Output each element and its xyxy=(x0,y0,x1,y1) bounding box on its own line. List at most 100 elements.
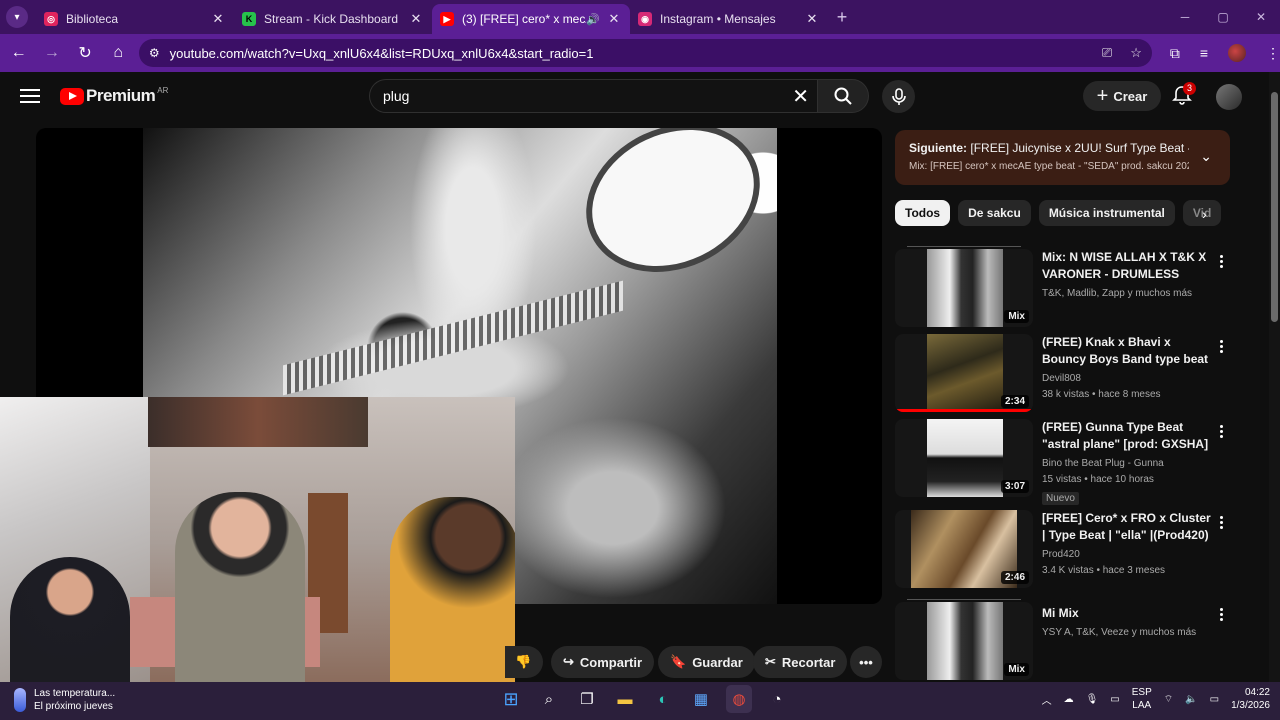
store-icon[interactable]: ▦ xyxy=(688,685,714,713)
mic-tray-icon[interactable]: 🎙 xyxy=(1086,694,1099,705)
voice-search-button[interactable] xyxy=(882,80,915,113)
more-vertical-icon[interactable] xyxy=(1220,516,1224,529)
recommendation-item[interactable]: 3:07 (FREE) Gunna Type Beat "astral plan… xyxy=(895,419,1230,509)
volume-icon[interactable]: 🔈 xyxy=(1185,694,1197,705)
account-avatar[interactable] xyxy=(1216,84,1242,110)
close-tab-icon[interactable]: ✕ xyxy=(408,11,424,27)
new-badge: Nuevo xyxy=(1042,492,1079,505)
search-query-text: plug xyxy=(383,88,410,104)
more-vertical-icon[interactable] xyxy=(1220,608,1224,621)
edge-browser-icon[interactable]: ◐ xyxy=(650,685,676,713)
recommendation-item[interactable]: Mix Mix: N WISE ALLAH X T&K X VARONER - … xyxy=(895,246,1230,329)
recommendation-item[interactable]: 2:34 (FREE) Knak x Bhavi x Bouncy Boys B… xyxy=(895,334,1230,414)
recommendation-thumbnail[interactable]: 3:07 xyxy=(895,419,1033,497)
recommendation-item[interactable]: 2:46 [FREE] Cero* x FRO x Cluster | Type… xyxy=(895,510,1230,590)
task-view-icon[interactable]: ❐ xyxy=(574,685,600,713)
tab-biblioteca[interactable]: ◎ Biblioteca ✕ xyxy=(36,4,234,34)
extensions-puzzle-icon[interactable]: ⧉ xyxy=(1170,45,1180,62)
clock[interactable]: 04:22 1/3/2026 xyxy=(1231,686,1270,712)
recommendation-thumbnail[interactable]: 2:34 xyxy=(895,334,1033,412)
tab-title: (3) [FREE] cero* x mecAE ty xyxy=(462,12,586,26)
close-tab-icon[interactable]: ✕ xyxy=(210,11,226,27)
close-tab-icon[interactable]: ✕ xyxy=(804,11,820,27)
more-vertical-icon[interactable] xyxy=(1220,255,1224,268)
media-controls-icon[interactable]: ≡ xyxy=(1200,45,1208,61)
chip-musica-instrumental[interactable]: Música instrumental xyxy=(1038,200,1175,226)
kick-favicon-icon: K xyxy=(242,12,256,26)
profile-avatar-icon[interactable] xyxy=(1228,44,1247,62)
youtube-premium-logo[interactable]: Premium AR xyxy=(60,86,168,106)
youtube-favicon-icon: ▶ xyxy=(440,12,454,26)
tray-overflow-chevron-icon[interactable]: ︿ xyxy=(1042,692,1052,707)
chips-next-chevron-icon[interactable]: › xyxy=(1202,206,1207,222)
chip-de-sakcu[interactable]: De sakcu xyxy=(958,200,1031,226)
bookmark-icon: 🔖 xyxy=(670,654,687,669)
system-tray: ︿ ☁ 🎙 ▭ ESP LAA ⌔ 🔈 ▭ 04:22 1/3/2026 xyxy=(1042,686,1270,712)
recommendation-item[interactable]: Mix Mi Mix YSY A, T&K, Veeze y muchos má… xyxy=(895,599,1230,682)
bookmark-star-icon[interactable]: ☆ xyxy=(1130,45,1142,61)
wifi-icon[interactable]: ⌔ xyxy=(1164,693,1173,706)
taskbar-search-icon[interactable]: ⌕ xyxy=(536,685,562,713)
page-scrollbar[interactable] xyxy=(1269,72,1280,682)
minimize-icon[interactable]: ─ xyxy=(1166,0,1204,34)
recommendation-thumbnail[interactable]: Mix xyxy=(895,602,1033,680)
tab-search-dropdown-icon[interactable]: ▾ xyxy=(6,6,28,28)
maximize-icon[interactable]: ▢ xyxy=(1204,0,1242,34)
new-tab-button[interactable]: + xyxy=(828,7,856,28)
onedrive-icon[interactable]: ☁ xyxy=(1064,694,1074,705)
speaker-icon[interactable]: 🔊 xyxy=(586,13,600,26)
tab-instagram[interactable]: ◉ Instagram • Mensajes ✕ xyxy=(630,4,828,34)
recommendation-thumbnail[interactable]: 2:46 xyxy=(895,510,1033,588)
search-button[interactable] xyxy=(817,79,869,113)
clip-button[interactable]: ✂ Recortar xyxy=(753,646,848,678)
browser-tab-strip: ▾ ◎ Biblioteca ✕ K Stream - Kick Dashboa… xyxy=(0,0,1280,34)
save-button[interactable]: 🔖 Guardar xyxy=(658,646,755,678)
recommendation-stats: 38 k vistas • hace 8 meses xyxy=(1042,389,1161,400)
home-icon[interactable]: ⌂ xyxy=(104,38,133,68)
recommendation-title: [FREE] Cero* x FRO x Cluster | Type Beat… xyxy=(1042,511,1211,542)
tab-youtube[interactable]: ▶ (3) [FREE] cero* x mecAE ty 🔊 ✕ xyxy=(432,4,630,34)
autoplay-next-card[interactable]: Siguiente: [FREE] Juicynise x 2UU! Surf … xyxy=(895,130,1230,185)
forward-arrow-icon[interactable]: → xyxy=(37,38,66,68)
close-window-icon[interactable]: ✕ xyxy=(1242,0,1280,34)
logo-text: Premium xyxy=(86,86,156,105)
obs-icon[interactable]: ◔ xyxy=(764,685,790,713)
reload-icon[interactable]: ↻ xyxy=(70,38,99,68)
next-prefix: Siguiente: xyxy=(909,141,968,155)
mix-badge: Mix xyxy=(1004,310,1029,323)
cast-icon[interactable]: ⎚ xyxy=(1102,45,1112,61)
create-label: Crear xyxy=(1113,88,1148,104)
browser-menu-icon[interactable]: ⋮ xyxy=(1266,45,1280,62)
chip-todos[interactable]: Todos xyxy=(895,200,951,226)
dislike-button[interactable]: 👎 xyxy=(505,646,543,678)
tab-kick-dashboard[interactable]: K Stream - Kick Dashboard ✕ xyxy=(234,4,432,34)
battery-icon[interactable]: ▭ xyxy=(1210,694,1219,705)
weather-widget[interactable]: Las temperatura... El próximo jueves xyxy=(14,687,115,713)
chrome-icon[interactable]: ◍ xyxy=(726,685,752,713)
thumbs-down-icon: 👎 xyxy=(515,654,532,669)
more-vertical-icon[interactable] xyxy=(1220,425,1224,438)
scissors-icon: ✂ xyxy=(765,654,776,669)
language-indicator[interactable]: ESP LAA xyxy=(1132,686,1152,712)
menu-hamburger-icon[interactable] xyxy=(20,89,40,103)
scrollbar-thumb[interactable] xyxy=(1271,92,1278,322)
search-input[interactable]: plug ✕ xyxy=(369,79,821,113)
recommendation-thumbnail[interactable]: Mix xyxy=(895,249,1033,327)
share-button[interactable]: ↪ Compartir xyxy=(551,646,655,678)
webcam-overlay xyxy=(0,397,515,688)
address-bar[interactable]: ⚙ youtube.com/watch?v=Uxq_xnlU6x4&list=R… xyxy=(138,39,1152,67)
file-explorer-icon[interactable]: ▬ xyxy=(612,685,638,713)
next-card-title-line: Siguiente: [FREE] Juicynise x 2UU! Surf … xyxy=(909,141,1189,155)
more-vertical-icon[interactable] xyxy=(1220,340,1224,353)
create-button[interactable]: + Crear xyxy=(1083,81,1161,111)
chevron-down-icon[interactable]: ⌄ xyxy=(1200,148,1212,165)
close-tab-icon[interactable]: ✕ xyxy=(606,11,622,27)
display-tray-icon[interactable]: ▭ xyxy=(1110,694,1119,705)
site-info-icon[interactable]: ⚙ xyxy=(149,46,160,60)
recommendation-channel: T&K, Madlib, Zapp y muchos más xyxy=(1042,288,1193,299)
clear-search-icon[interactable]: ✕ xyxy=(792,84,809,109)
window-controls: ─ ▢ ✕ xyxy=(1166,0,1280,34)
back-arrow-icon[interactable]: ← xyxy=(4,38,33,68)
more-actions-button[interactable]: ••• xyxy=(850,646,882,678)
windows-start-icon[interactable]: ⊞ xyxy=(498,685,524,713)
